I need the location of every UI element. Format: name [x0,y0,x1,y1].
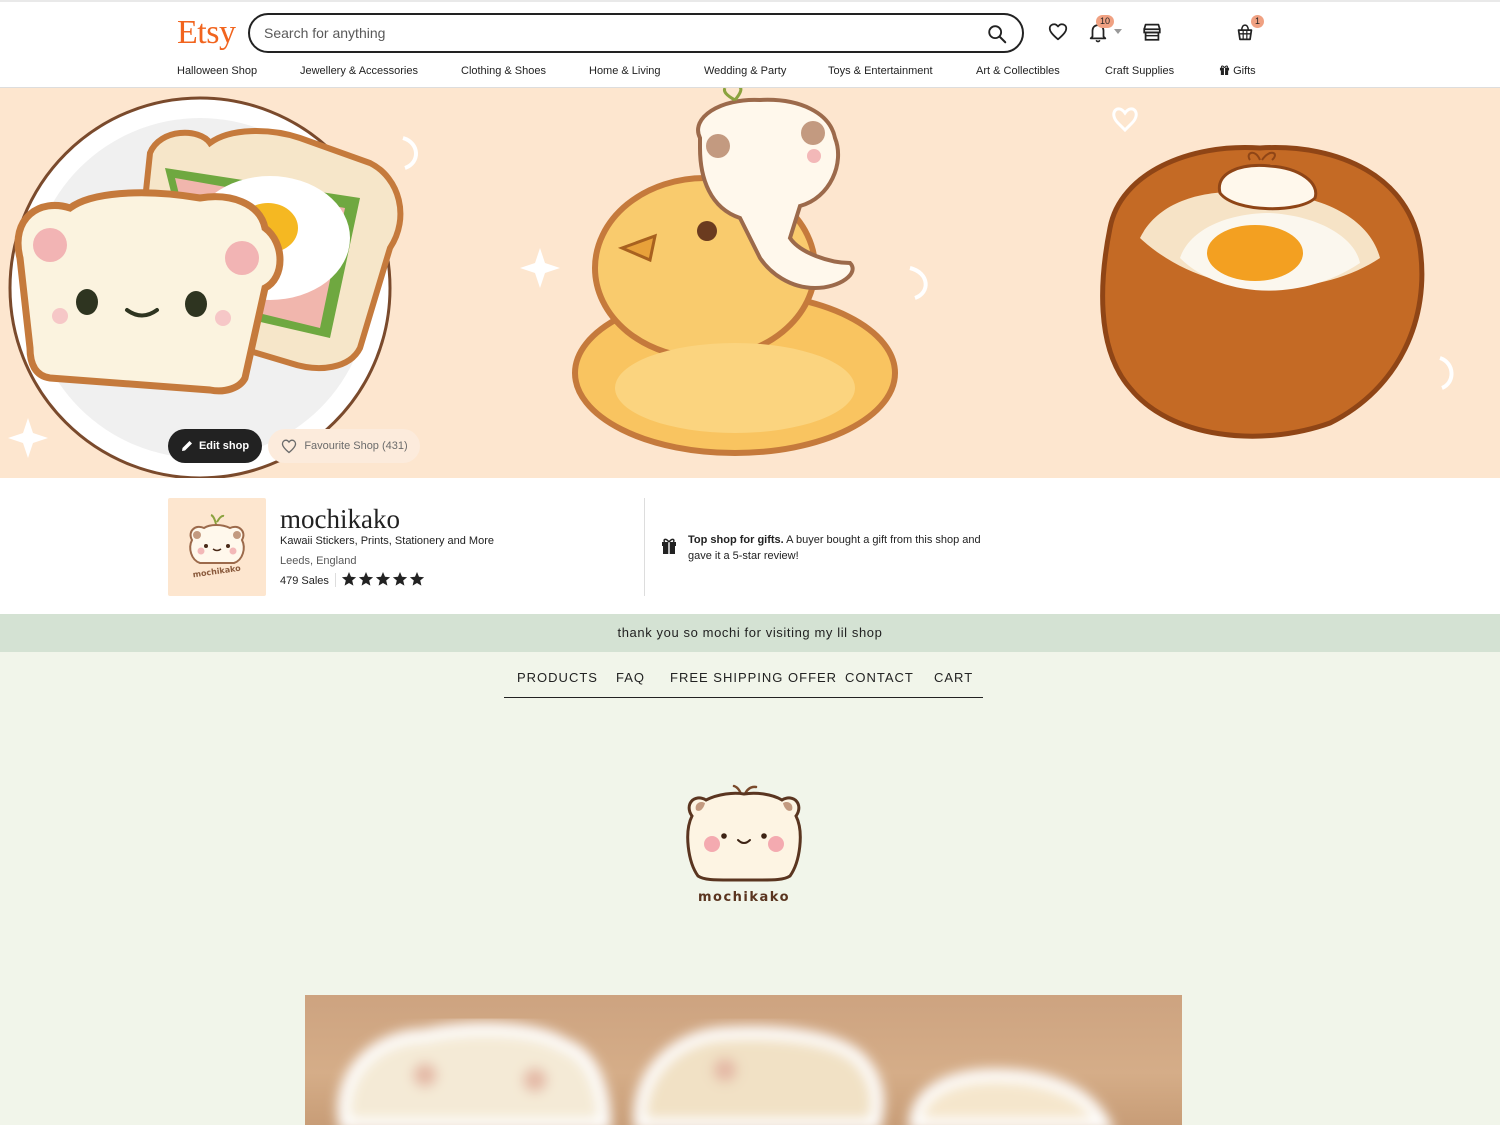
sales-divider [335,573,336,587]
category-halloween-shop[interactable]: Halloween Shop [177,65,257,77]
mochikako-brand-logo: mochikako [686,784,802,905]
shop-info: mochikako mochikako Kawaii Stickers, Pri… [0,478,1500,614]
nav-products[interactable]: PRODUCTS [517,670,598,685]
info-divider [644,498,645,596]
star-icon [358,572,374,586]
sticker-photo [337,1022,1112,1125]
shop-location: Leeds, England [280,555,357,567]
nav-free-shipping-offer[interactable]: FREE SHIPPING OFFER [670,670,837,685]
category-home-living[interactable]: Home & Living [589,65,661,77]
category-gifts[interactable]: Gifts [1219,65,1256,77]
cart-count-badge: 1 [1251,15,1265,28]
shop-avatar[interactable]: mochikako [168,498,266,596]
pencil-icon [181,441,192,451]
notification-count-badge: 10 [1096,15,1115,28]
chevron-down-icon[interactable] [1114,29,1122,34]
shop-section-nav: PRODUCTS FAQ FREE SHIPPING OFFER CONTACT… [504,666,983,698]
star-icon [341,572,357,586]
rating-stars[interactable] [341,571,425,587]
gift-icon [1219,65,1230,75]
mochi-bear-logo: mochikako [189,514,245,580]
category-toys[interactable]: Toys & Entertainment [828,65,933,77]
search-icon[interactable] [986,23,1008,45]
brand-logo-text: mochikako [698,890,790,905]
favourite-shop-button[interactable]: Favourite Shop (431) [268,429,420,463]
edit-shop-button[interactable]: Edit shop [168,429,262,463]
nav-cart[interactable]: CART [934,670,973,685]
star-icon [409,572,425,586]
shop-announcement: thank you so mochi for visiting my lil s… [0,614,1500,652]
category-jewellery[interactable]: Jewellery & Accessories [300,65,418,77]
nav-faq[interactable]: FAQ [616,670,645,685]
search-bar[interactable] [248,13,1024,53]
avatar-logo-text: mochikako [192,564,242,580]
heart-icon[interactable] [1047,21,1069,43]
nav-contact[interactable]: CONTACT [845,670,914,685]
category-nav: Halloween Shop Jewellery & Accessories C… [0,65,1500,81]
etsy-logo[interactable]: Etsy [177,14,236,52]
top-shop-gift-note: Top shop for gifts. A buyer bought a gif… [688,534,981,562]
site-header: Etsy 10 1 Halloween Shop Jewellery & Acc… [0,0,1500,88]
gift-icon [662,538,676,554]
category-wedding-party[interactable]: Wedding & Party [704,65,786,77]
banner-illustration [8,88,1454,478]
shop-manager-icon[interactable] [1141,21,1163,43]
shop-banner [0,88,1500,478]
star-icon [375,572,391,586]
category-clothing[interactable]: Clothing & Shoes [461,65,546,77]
featured-photo [305,995,1182,1125]
search-input[interactable] [264,23,964,43]
shop-name: mochikako [280,504,400,534]
shop-tagline: Kawaii Stickers, Prints, Stationery and … [280,535,494,547]
category-art[interactable]: Art & Collectibles [976,65,1060,77]
heart-outline-icon [282,439,297,454]
shop-sales[interactable]: 479 Sales [280,575,329,587]
star-icon [392,572,408,586]
category-craft-supplies[interactable]: Craft Supplies [1105,65,1174,77]
